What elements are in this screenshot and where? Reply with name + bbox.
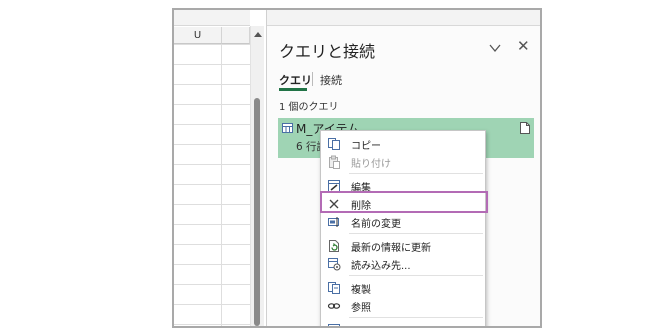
chevron-down-icon[interactable] — [489, 42, 501, 54]
window-frame: U クエリと接続 ✕ クエリ 接続 1 個のクエリ M_アイテム 6 行読 コピ… — [172, 8, 542, 328]
menu-item-label: 貼り付け — [351, 159, 391, 170]
menu-item-label: 複製 — [351, 285, 371, 296]
menu-item-label: 名前の変更 — [351, 219, 401, 230]
sheet-top-bar — [174, 10, 250, 26]
menu-item-delete[interactable]: 削除 — [321, 195, 487, 213]
rename-icon — [328, 217, 339, 227]
menu-item-label: 読み込み先... — [351, 261, 411, 272]
menu-item-merge[interactable]: 統合 — [321, 321, 487, 326]
menu-separator — [349, 173, 483, 174]
menu-item-label: 統合 — [351, 323, 371, 326]
menu-item-label: 編集 — [351, 183, 371, 194]
edit-icon — [328, 180, 340, 192]
column-header-next[interactable] — [222, 27, 250, 44]
menu-separator — [349, 275, 483, 276]
load-to-icon — [328, 258, 341, 271]
copy-icon — [328, 138, 340, 150]
menu-item-copy[interactable]: コピー — [321, 135, 487, 153]
menu-item-rename[interactable]: 名前の変更 — [321, 213, 487, 231]
active-tab-indicator — [279, 88, 307, 91]
context-menu: コピー 貼り付け 編集 削除 名前の変更 最新の情報に更新 読み込み先... 複… — [320, 130, 487, 326]
menu-item-label: 削除 — [351, 201, 371, 212]
query-count-label: 1 個のクエリ — [279, 102, 339, 113]
menu-item-duplicate[interactable]: 複製 — [321, 279, 487, 297]
delete-icon — [329, 199, 339, 209]
menu-item-paste[interactable]: 貼り付け — [321, 153, 487, 171]
table-icon — [282, 123, 293, 133]
menu-item-edit[interactable]: 編集 — [321, 177, 487, 195]
tab-divider — [312, 72, 313, 86]
menu-item-label: 最新の情報に更新 — [351, 243, 431, 254]
spreadsheet-area: U — [174, 10, 250, 326]
merge-icon — [328, 324, 340, 326]
menu-item-label: 参照 — [351, 303, 371, 314]
pane-title: クエリと接続 — [279, 42, 376, 61]
vertical-scrollbar[interactable] — [250, 26, 264, 326]
menu-item-load-to[interactable]: 読み込み先... — [321, 255, 487, 273]
menu-separator — [349, 317, 483, 318]
menu-item-refresh[interactable]: 最新の情報に更新 — [321, 237, 487, 255]
menu-separator — [349, 233, 483, 234]
scroll-up-arrow-icon[interactable] — [254, 32, 262, 37]
scrollbar-thumb[interactable] — [254, 98, 260, 326]
duplicate-icon — [328, 282, 340, 294]
close-icon[interactable]: ✕ — [517, 38, 530, 54]
cell-grid[interactable] — [174, 44, 250, 326]
pane-top-bar — [267, 10, 540, 26]
column-header-u[interactable]: U — [174, 27, 222, 44]
paste-icon — [329, 155, 340, 169]
tab-connections[interactable]: 接続 — [320, 72, 342, 88]
link-icon — [327, 303, 341, 309]
tab-queries[interactable]: クエリ — [279, 72, 312, 88]
document-icon[interactable] — [520, 122, 530, 134]
menu-item-label: コピー — [351, 141, 381, 152]
refresh-icon — [329, 240, 339, 252]
menu-item-reference[interactable]: 参照 — [321, 297, 487, 315]
